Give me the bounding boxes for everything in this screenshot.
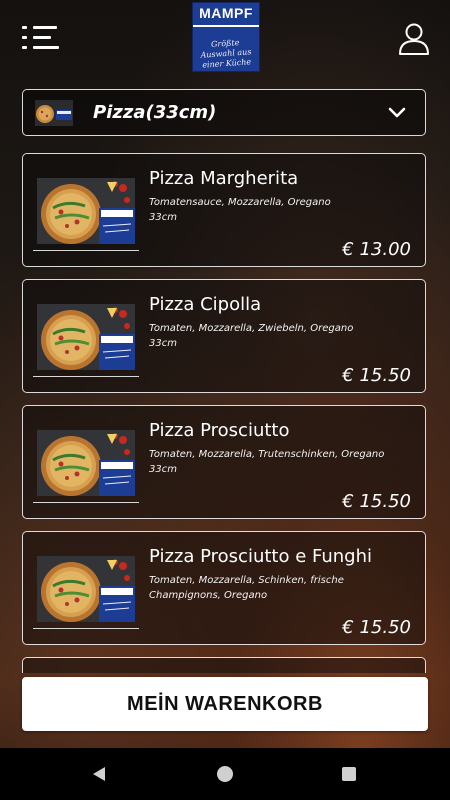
category-select[interactable]: Pizza(33cm) bbox=[22, 89, 426, 136]
home-circle-icon[interactable] bbox=[217, 766, 233, 782]
product-card[interactable]: Pizza Margherita Tomatensauce, Mozzarell… bbox=[22, 153, 426, 267]
menu-icon[interactable] bbox=[22, 24, 60, 52]
app-header: MAMPF Größte Auswahl aus einer Küche bbox=[0, 0, 450, 76]
category-label: Pizza(33cm) bbox=[93, 102, 217, 123]
product-price: € 13.00 bbox=[342, 239, 411, 260]
product-description: Tomaten, Mozzarella, Schinken, frische C… bbox=[149, 575, 344, 601]
product-image bbox=[37, 304, 135, 370]
recent-apps-square-icon[interactable] bbox=[342, 767, 356, 781]
category-thumbnail bbox=[35, 100, 73, 126]
chevron-down-icon bbox=[388, 107, 406, 118]
product-price: € 15.50 bbox=[342, 491, 411, 512]
product-image bbox=[37, 556, 135, 622]
product-card-partial[interactable] bbox=[22, 657, 426, 673]
product-list[interactable]: Pizza Margherita Tomatensauce, Mozzarell… bbox=[22, 153, 428, 673]
product-card[interactable]: Pizza Prosciutto e Funghi Tomaten, Mozza… bbox=[22, 531, 426, 645]
system-nav-bar bbox=[0, 748, 450, 800]
cart-button-label: MEİN WARENKORB bbox=[127, 692, 323, 715]
product-name: Pizza Prosciutto e Funghi bbox=[149, 546, 373, 567]
logo-tagline: Größte Auswahl aus einer Küche bbox=[200, 38, 252, 70]
product-image bbox=[37, 178, 135, 244]
product-name: Pizza Prosciutto bbox=[149, 420, 290, 441]
product-description: Tomatensauce, Mozzarella, Oregano 33cm bbox=[149, 197, 331, 223]
product-price: € 15.50 bbox=[342, 617, 411, 638]
product-description: Tomaten, Mozzarella, Trutenschinken, Ore… bbox=[149, 449, 385, 475]
product-card[interactable]: Pizza Prosciutto Tomaten, Mozzarella, Tr… bbox=[22, 405, 426, 519]
mampf-logo: MAMPF Größte Auswahl aus einer Küche bbox=[192, 2, 260, 72]
user-icon[interactable] bbox=[398, 22, 430, 56]
product-image bbox=[37, 430, 135, 496]
product-description: Tomaten, Mozzarella, Zwiebeln, Oregano 33… bbox=[149, 323, 354, 349]
product-price: € 15.50 bbox=[342, 365, 411, 386]
logo-brand: MAMPF bbox=[199, 5, 253, 21]
product-name: Pizza Margherita bbox=[149, 168, 299, 189]
cart-button[interactable]: MEİN WARENKORB bbox=[22, 677, 428, 731]
back-triangle-icon[interactable] bbox=[90, 765, 108, 783]
product-card[interactable]: Pizza Cipolla Tomaten, Mozzarella, Zwieb… bbox=[22, 279, 426, 393]
product-name: Pizza Cipolla bbox=[149, 294, 262, 315]
